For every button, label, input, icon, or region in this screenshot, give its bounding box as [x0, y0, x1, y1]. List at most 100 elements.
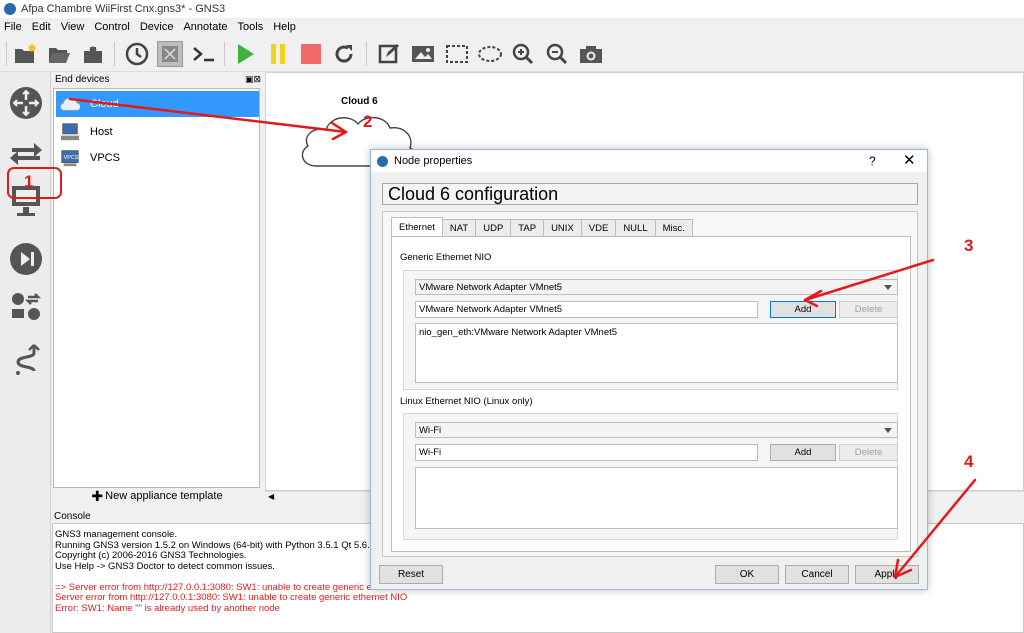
help-icon[interactable]: ? — [869, 154, 876, 168]
generic-add-button[interactable]: Add — [770, 301, 836, 318]
reload-icon[interactable] — [331, 41, 357, 67]
note-icon[interactable] — [376, 41, 402, 67]
image-icon[interactable] — [410, 41, 436, 67]
dialog-title: Node properties — [394, 155, 473, 167]
zoom-out-icon[interactable] — [544, 41, 570, 67]
menu-annotate[interactable]: Annotate — [183, 21, 227, 33]
linux-nio-list[interactable] — [415, 467, 898, 529]
new-appliance-template-button[interactable]: ✚ New appliance template — [52, 488, 262, 504]
new-project-icon[interactable] — [12, 41, 38, 67]
generic-nio-input[interactable]: VMware Network Adapter VMnet5 — [415, 301, 758, 318]
rectangle-icon[interactable] — [444, 41, 470, 67]
zoom-in-icon[interactable] — [510, 41, 536, 67]
gns3-dialog-icon — [377, 155, 388, 167]
tab-vde[interactable]: VDE — [580, 219, 617, 236]
menu-edit[interactable]: Edit — [32, 21, 51, 33]
stop-icon[interactable] — [298, 41, 324, 67]
tab-ethernet[interactable]: Ethernet — [391, 217, 443, 236]
toolbar-separator — [366, 42, 367, 66]
tab-null[interactable]: NULL — [615, 219, 656, 236]
chevron-down-icon — [884, 285, 892, 290]
device-label: Cloud — [90, 98, 119, 110]
menu-device[interactable]: Device — [140, 21, 174, 33]
generic-delete-button[interactable]: Delete — [839, 301, 898, 318]
combo-value: Wi-Fi — [419, 424, 442, 436]
console-icon[interactable] — [191, 41, 217, 67]
tab-bar: Ethernet NAT UDP TAP UNIX VDE NULL Misc. — [391, 217, 693, 236]
linux-nio-title: Linux Ethernet NIO (Linux only) — [400, 396, 533, 407]
main-toolbar — [0, 36, 1024, 72]
cloud-node-label: Cloud 6 — [341, 96, 378, 107]
generic-nio-group: VMware Network Adapter VMnet5 VMware Net… — [403, 270, 898, 390]
device-label: VPCS — [90, 152, 120, 164]
dialog-title-bar: Node properties ? ✕ — [371, 150, 927, 172]
tab-unix[interactable]: UNIX — [543, 219, 582, 236]
console-error-line: Error: SW1: Name "" is already used by a… — [55, 602, 280, 614]
apply-button[interactable]: Apply — [855, 565, 919, 584]
tab-nat[interactable]: NAT — [441, 219, 477, 236]
link-icon[interactable] — [7, 340, 45, 378]
plus-icon: ✚ — [91, 487, 104, 504]
end-devices-panel: End devices ▣⊠ Cloud Host VPCS VPCS ✚ Ne… — [52, 72, 264, 504]
tab-udp[interactable]: UDP — [475, 219, 512, 236]
device-label: Host — [90, 126, 113, 138]
panel-header: End devices ▣⊠ — [52, 72, 264, 87]
menu-view[interactable]: View — [61, 21, 85, 33]
ok-button[interactable]: OK — [715, 565, 779, 584]
tab-tap[interactable]: TAP — [510, 219, 545, 236]
snapshot-icon[interactable] — [157, 41, 183, 67]
menu-help[interactable]: Help — [273, 21, 296, 33]
menu-tools[interactable]: Tools — [238, 21, 264, 33]
tab-misc[interactable]: Misc. — [654, 219, 693, 236]
device-item-cloud[interactable]: Cloud — [56, 91, 259, 117]
close-icon[interactable]: ✕ — [903, 151, 916, 169]
config-tab-widget: Ethernet NAT UDP TAP UNIX VDE NULL Misc.… — [382, 211, 918, 557]
list-item[interactable]: nio_gen_eth:VMware Network Adapter VMnet… — [419, 327, 894, 338]
history-icon[interactable] — [124, 41, 150, 67]
switch-icon[interactable] — [7, 134, 45, 172]
end-device-icon[interactable] — [7, 182, 45, 220]
device-item-host[interactable]: Host — [56, 119, 259, 145]
cancel-button[interactable]: Cancel — [785, 565, 849, 584]
linux-nio-combo[interactable]: Wi-Fi — [415, 422, 898, 438]
combo-value: VMware Network Adapter VMnet5 — [419, 281, 563, 293]
ethernet-tab-content: Generic Ethernet NIO VMware Network Adap… — [391, 236, 911, 552]
host-icon — [60, 122, 80, 142]
window-title: Afpa Chambre WiiFirst Cnx.gns3* - GNS3 — [21, 3, 226, 15]
router-icon[interactable] — [7, 84, 45, 122]
vpcs-icon: VPCS — [60, 148, 80, 168]
generic-nio-title: Generic Ethernet NIO — [400, 252, 492, 263]
device-list: Cloud Host VPCS VPCS — [53, 88, 260, 488]
reset-button[interactable]: Reset — [379, 565, 443, 584]
device-type-toolbar — [0, 72, 51, 633]
chevron-down-icon — [884, 428, 892, 433]
open-project-icon[interactable] — [46, 41, 72, 67]
security-device-icon[interactable] — [7, 240, 45, 278]
menu-bar: File Edit View Control Device Annotate T… — [0, 18, 1024, 35]
svg-text:VPCS: VPCS — [64, 155, 79, 161]
linux-nio-group: Wi-Fi Wi-Fi Add Delete — [403, 413, 898, 540]
menu-control[interactable]: Control — [94, 21, 129, 33]
configuration-header: Cloud 6 configuration — [382, 183, 918, 205]
linux-delete-button[interactable]: Delete — [839, 444, 898, 461]
new-template-label: New appliance template — [105, 490, 223, 502]
cloud-icon — [60, 94, 80, 114]
generic-nio-combo[interactable]: VMware Network Adapter VMnet5 — [415, 279, 898, 295]
toolbar-separator — [6, 42, 7, 66]
device-item-vpcs[interactable]: VPCS VPCS — [56, 145, 259, 171]
start-icon[interactable] — [232, 41, 258, 67]
linux-add-button[interactable]: Add — [770, 444, 836, 461]
panel-title: End devices — [55, 74, 110, 85]
title-bar: Afpa Chambre WiiFirst Cnx.gns3* - GNS3 — [0, 0, 1024, 18]
linux-nio-input[interactable]: Wi-Fi — [415, 444, 758, 461]
pause-icon[interactable] — [265, 41, 291, 67]
generic-nio-list[interactable]: nio_gen_eth:VMware Network Adapter VMnet… — [415, 323, 898, 383]
menu-file[interactable]: File — [4, 21, 22, 33]
scroll-left-icon[interactable]: ◀ — [268, 492, 274, 501]
ellipse-icon[interactable] — [477, 41, 503, 67]
screenshot-icon[interactable] — [578, 41, 604, 67]
toolbar-separator — [224, 42, 225, 66]
all-devices-icon[interactable] — [7, 288, 45, 326]
save-project-icon[interactable] — [80, 41, 106, 67]
panel-float-close-icon[interactable]: ▣⊠ — [245, 74, 261, 85]
